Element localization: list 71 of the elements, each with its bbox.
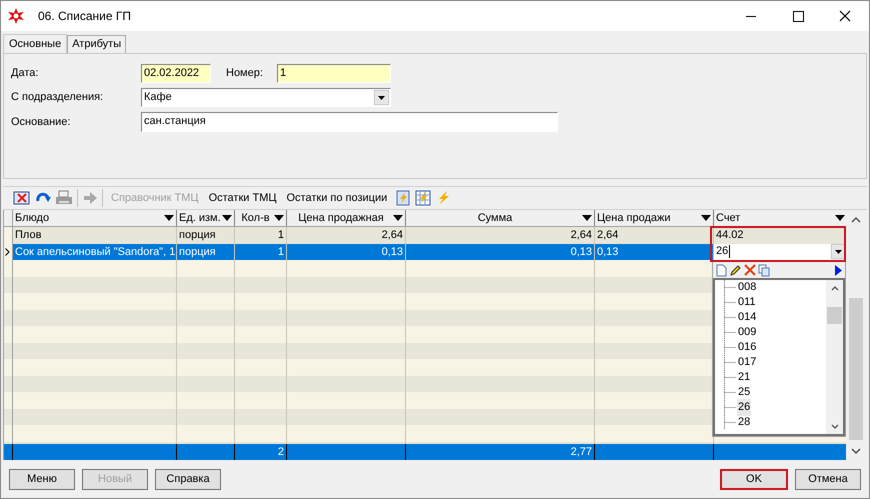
tree-item[interactable]: 009 [737,324,758,341]
dialog-button[interactable]: OK [720,468,788,490]
scroll-up-icon[interactable] [830,286,838,291]
account-input-field[interactable]: 26 [714,244,846,260]
column-header[interactable]: Сумма [406,210,595,226]
dialog-button[interactable]: Отмена [795,468,861,490]
field-label: Номер: [226,66,264,82]
tree-line-icon [723,355,737,370]
tab[interactable]: Атрибуты [67,35,126,53]
scrollbar-thumb[interactable] [827,307,842,324]
document-lightning-icon[interactable] [395,190,412,206]
sort-arrow-icon[interactable] [393,215,403,221]
column-header[interactable]: Ед. изм. [177,210,235,226]
tree-line-icon [723,295,737,310]
tree-item[interactable]: 017 [737,354,758,371]
scrollbar-thumb[interactable] [849,298,863,440]
tree-line-icon [723,370,737,385]
scrollbar[interactable] [846,210,866,460]
tree-item[interactable]: 011 [737,294,757,311]
copy-icon[interactable] [758,264,770,276]
column-header[interactable]: Блюдо [13,210,177,226]
dialog-button[interactable]: Меню [9,468,75,490]
number-field[interactable]: 1 [277,64,391,83]
tree-item[interactable]: 21 [737,369,752,386]
column-header[interactable]: Цена продажи [595,210,714,226]
field-label: С подразделения: [11,90,104,106]
delete-icon[interactable] [744,264,756,276]
window-title: 06. Списание ГП [38,8,132,25]
toolbar-button[interactable]: Остатки по позиции [286,190,388,206]
list-scrollbar[interactable] [826,280,843,434]
play-icon[interactable] [835,264,842,276]
date-field[interactable]: 02.02.2022 [141,64,211,83]
scroll-down-icon[interactable] [851,448,861,454]
toolbar-button[interactable]: Остатки ТМЦ [208,190,276,206]
tree-item[interactable]: 014 [737,309,758,326]
tab[interactable]: Основные [3,34,68,54]
delete-document-icon[interactable] [13,190,31,206]
scroll-down-icon[interactable] [830,424,838,429]
tree-line-icon [723,415,737,430]
tree-line-icon [723,400,737,415]
field-label: Дата: [11,66,40,82]
sort-arrow-icon[interactable] [701,215,711,221]
sort-arrow-icon[interactable] [582,215,592,221]
tree-item[interactable]: 016 [737,339,758,356]
current-row-icon [5,248,10,256]
tree-item[interactable]: 25 [737,384,752,401]
sort-arrow-icon[interactable] [222,215,232,221]
tree-item[interactable]: 26 [737,399,752,416]
sort-arrow-icon[interactable] [274,215,284,221]
dialog-button[interactable]: Справка [155,468,221,490]
total-cell: 2 [235,444,287,460]
tree-line-icon [723,325,737,340]
tree-line-icon [723,385,737,400]
tree-line-icon [723,340,737,355]
field-label: Основание: [11,114,72,130]
column-header[interactable]: Цена продажная [287,210,406,226]
department-dropdown[interactable]: Кафе [141,88,391,107]
basis-field[interactable]: сан.станция [141,112,558,132]
grid-lightning-icon[interactable] [415,190,432,206]
new-document-icon[interactable] [716,264,727,276]
total-cell: 2,77 [406,444,595,460]
sort-arrow-icon[interactable] [164,215,174,221]
tree-line-icon [723,310,737,325]
column-header[interactable]: Кол-в [235,210,287,226]
tree-item[interactable]: 008 [737,280,758,296]
app-icon [8,8,24,24]
sort-arrow-icon[interactable] [835,215,845,221]
scroll-up-icon[interactable] [851,217,861,223]
dropdown-arrow-icon[interactable] [374,90,389,105]
printer-icon[interactable] [55,190,73,206]
tree-item[interactable]: 28 [737,414,752,431]
